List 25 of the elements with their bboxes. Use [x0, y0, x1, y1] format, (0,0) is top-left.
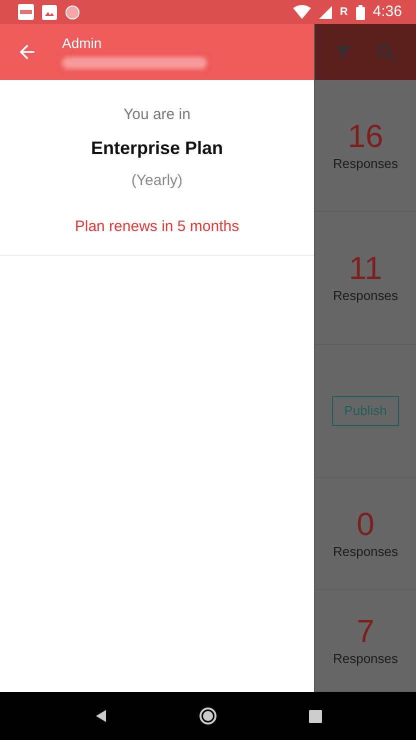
billing-period: (Yearly) — [131, 170, 183, 190]
response-count: 16 — [348, 118, 384, 154]
account-name: Admin — [62, 35, 103, 51]
network-label: R — [340, 4, 348, 20]
plan-intro: You are in — [123, 105, 190, 125]
responses-label: Responses — [332, 650, 398, 668]
clock: 4:36 — [372, 2, 402, 22]
circle-notification-icon — [65, 4, 80, 20]
image-icon — [42, 4, 57, 20]
publish-button[interactable]: Publish — [332, 396, 399, 426]
plan-name: Enterprise Plan — [90, 136, 224, 160]
signal-icon — [318, 6, 332, 18]
responses-label: Responses — [332, 154, 398, 173]
app-notification-icon — [18, 4, 34, 20]
responses-label: Responses — [332, 287, 398, 306]
home-nav-icon[interactable] — [199, 707, 218, 725]
battery-icon — [356, 4, 365, 20]
recents-nav-icon[interactable] — [309, 710, 322, 722]
wifi-icon — [292, 5, 311, 19]
responses-label: Responses — [332, 542, 398, 561]
response-count: 11 — [348, 250, 382, 286]
renewal-notice: Plan renews in 5 months — [74, 217, 240, 237]
response-count: 0 — [356, 506, 374, 542]
back-nav-icon[interactable] — [94, 709, 108, 723]
response-count: 7 — [356, 612, 374, 649]
